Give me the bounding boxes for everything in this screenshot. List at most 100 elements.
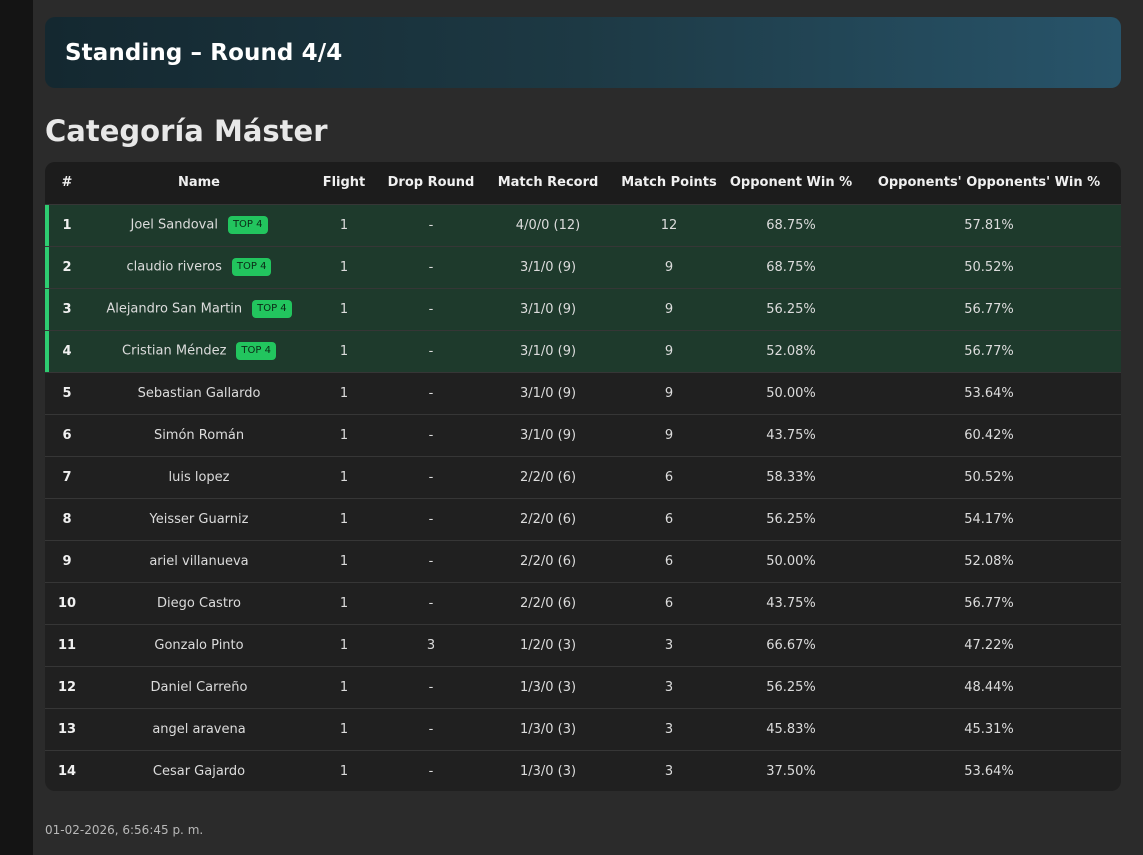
table-row: 1 Joel Sandoval TOP 4 1 - 4/0/0 (12) 12 68.75% 5… [45,204,1121,246]
match-points-cell: 6 [664,553,674,569]
match-points-cell: 6 [664,595,674,611]
player-name: Yeisser Guarniz [149,511,249,527]
match-points-cell: 3 [664,721,674,737]
column-header-opponents-opponents-win: Opponents' Opponents' Win % [877,175,1101,191]
player-name: Daniel Carreño [150,679,248,695]
table-row: 9 ariel villanueva 1 - 2/2/0 (6) 6 50.00% 52.08… [45,540,1121,582]
player-name: Simón Román [153,427,245,443]
match-points-cell: 9 [664,427,674,443]
flight-cell: 1 [339,259,349,275]
opponent-win-cell: 52.08% [766,343,816,359]
table-row: 6 Simón Román 1 - 3/1/0 (9) 9 43.75% 60.42% [45,414,1121,456]
opponents-opponents-win-cell: 50.52% [964,259,1014,275]
rank-cell: 2 [45,246,89,288]
drop-round-cell: - [428,721,434,737]
flight-cell: 1 [339,763,349,779]
match-points-cell: 12 [660,217,678,233]
player-name-cell: Cristian Méndez TOP 4 [89,330,309,372]
table-row: 11 Gonzalo Pinto 1 3 1/2/0 (3) 3 66.67% 47.22% [45,624,1121,666]
player-name-cell: Daniel Carreño [89,666,309,708]
flight-cell: 1 [339,721,349,737]
opponents-opponents-win-cell: 53.64% [964,763,1014,779]
match-record-cell: 2/2/0 (6) [519,553,577,569]
column-header-name: Name [177,175,220,191]
table-row: 2 claudio riveros TOP 4 1 - 3/1/0 (9) 9 68.75% 5… [45,246,1121,288]
flight-cell: 1 [339,469,349,485]
standings-table-container: # Name Flight Drop Round Match Record Ma… [45,162,1121,791]
match-points-cell: 3 [664,637,674,653]
column-header-rank: # [61,175,73,191]
opponents-opponents-win-cell: 60.42% [964,427,1014,443]
drop-round-cell: - [428,301,434,317]
player-name-cell: luis lopez [89,456,309,498]
top4-badge: TOP 4 [227,216,268,234]
opponent-win-cell: 56.25% [766,511,816,527]
top4-badge: TOP 4 [231,258,272,276]
page: Standing – Round 4/4 Categoría Máster # … [33,0,1143,855]
rank-cell: 1 [45,204,89,246]
drop-round-cell: - [428,385,434,401]
opponents-opponents-win-cell: 56.77% [964,343,1014,359]
player-name: Cristian Méndez [122,343,227,359]
player-name-cell: Sebastian Gallardo [89,372,309,414]
rank-cell: 13 [57,721,77,737]
match-record-cell: 1/2/0 (3) [519,637,577,653]
match-record-cell: 1/3/0 (3) [519,679,577,695]
opponent-win-cell: 56.25% [766,301,816,317]
match-record-cell: 2/2/0 (6) [519,469,577,485]
table-row: 10 Diego Castro 1 - 2/2/0 (6) 6 43.75% 56.77% [45,582,1121,624]
rank-cell: 11 [57,637,77,653]
opponent-win-cell: 58.33% [766,469,816,485]
player-name: Alejandro San Martin [106,301,243,317]
top4-badge: TOP 4 [236,342,276,360]
player-name-cell: ariel villanueva [89,540,309,582]
top4-badge: TOP 4 [252,300,292,318]
rank-cell: 9 [62,553,72,569]
flight-cell: 1 [339,637,349,653]
table-header-row: # Name Flight Drop Round Match Record Ma… [45,162,1121,204]
rank-cell: 12 [57,679,77,695]
column-header-opponent-win: Opponent Win % [729,175,853,191]
match-points-cell: 9 [664,385,674,401]
player-name: ariel villanueva [149,553,249,569]
player-name: angel aravena [152,721,246,737]
table-row: 12 Daniel Carreño 1 - 1/3/0 (3) 3 56.25% 48.44% [45,666,1121,708]
opponent-win-cell: 66.67% [766,637,816,653]
flight-cell: 1 [339,595,349,611]
player-name: Cesar Gajardo [152,763,246,779]
player-name-cell: angel aravena [89,708,309,750]
match-record-cell: 1/3/0 (3) [519,763,577,779]
rank-cell: 10 [57,595,77,611]
flight-cell: 1 [339,301,349,317]
opponent-win-cell: 68.75% [766,259,816,275]
drop-round-cell: - [428,679,434,695]
player-name-cell: claudio riveros TOP 4 [89,246,309,288]
match-points-cell: 6 [664,511,674,527]
opponent-win-cell: 56.25% [766,679,816,695]
drop-round-cell: - [428,511,434,527]
player-name-cell: Alejandro San Martin TOP 4 [89,288,309,330]
match-record-cell: 3/1/0 (9) [519,259,577,275]
opponent-win-cell: 45.83% [766,721,816,737]
flight-cell: 1 [339,217,349,233]
player-name-cell: Cesar Gajardo [89,750,309,791]
drop-round-cell: - [428,553,434,569]
match-points-cell: 3 [664,679,674,695]
opponents-opponents-win-cell: 56.77% [964,595,1014,611]
player-name-cell: Yeisser Guarniz [89,498,309,540]
match-record-cell: 2/2/0 (6) [519,595,577,611]
table-row: 13 angel aravena 1 - 1/3/0 (3) 3 45.83% 45.31% [45,708,1121,750]
match-points-cell: 9 [664,301,674,317]
match-record-cell: 4/0/0 (12) [515,217,581,233]
flight-cell: 1 [339,385,349,401]
drop-round-cell: 3 [426,637,436,653]
match-points-cell: 9 [664,343,674,359]
drop-round-cell: - [428,469,434,485]
column-header-drop-round: Drop Round [387,175,475,191]
match-points-cell: 9 [664,259,674,275]
opponent-win-cell: 50.00% [766,553,816,569]
opponents-opponents-win-cell: 54.17% [964,511,1014,527]
drop-round-cell: - [428,259,434,275]
opponent-win-cell: 43.75% [766,595,816,611]
match-record-cell: 3/1/0 (9) [519,427,577,443]
